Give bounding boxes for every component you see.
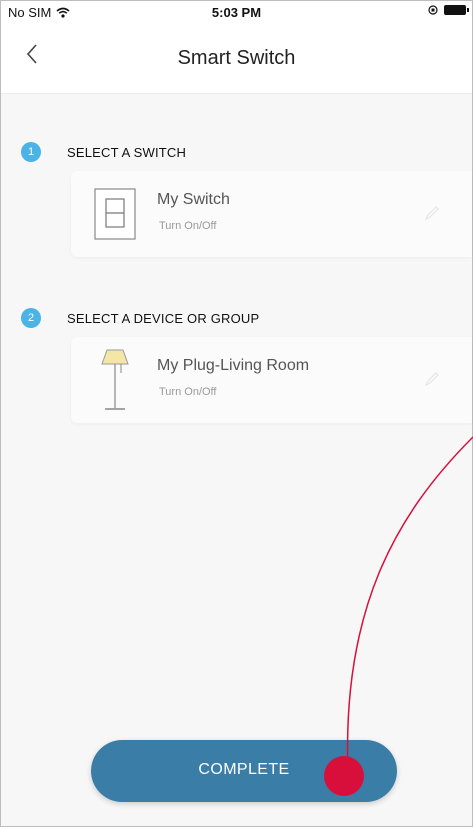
status-bar: No SIM 5:03 PM xyxy=(1,1,472,23)
step-number-badge: 1 xyxy=(21,142,41,162)
status-time: 5:03 PM xyxy=(211,5,262,20)
step-label: SELECT A SWITCH xyxy=(67,144,187,160)
device-name: My Plug-Living Room xyxy=(157,357,310,374)
app-screen: No SIM 5:03 PM Smart Switch 1 SELECT A S… xyxy=(0,0,473,827)
step-number-badge: 2 xyxy=(21,308,41,328)
complete-button-label: COMPLETE xyxy=(198,761,290,778)
device-action: Turn On/Off xyxy=(159,386,217,398)
step-2-header: 2 SELECT A DEVICE OR GROUP xyxy=(21,308,259,328)
switch-action: Turn On/Off xyxy=(159,220,217,232)
floor-lamp-icon xyxy=(87,349,143,410)
battery-icon xyxy=(444,5,469,15)
edit-pencil-icon[interactable] xyxy=(422,203,442,223)
device-card[interactable]: My Plug-Living Room Turn On/Off xyxy=(71,337,472,423)
switch-card[interactable]: My Switch Turn On/Off xyxy=(71,171,472,257)
orientation-lock-icon xyxy=(428,5,438,15)
edit-pencil-icon[interactable] xyxy=(422,369,442,389)
step-label: SELECT A DEVICE OR GROUP xyxy=(67,310,260,326)
wall-switch-icon xyxy=(87,185,143,243)
step-1-header: 1 SELECT A SWITCH xyxy=(21,142,186,162)
page-title: Smart Switch xyxy=(177,47,296,69)
status-right xyxy=(428,5,469,15)
complete-button[interactable]: COMPLETE xyxy=(91,740,397,802)
switch-name: My Switch xyxy=(157,191,230,208)
nav-bar: Smart Switch xyxy=(1,23,472,94)
